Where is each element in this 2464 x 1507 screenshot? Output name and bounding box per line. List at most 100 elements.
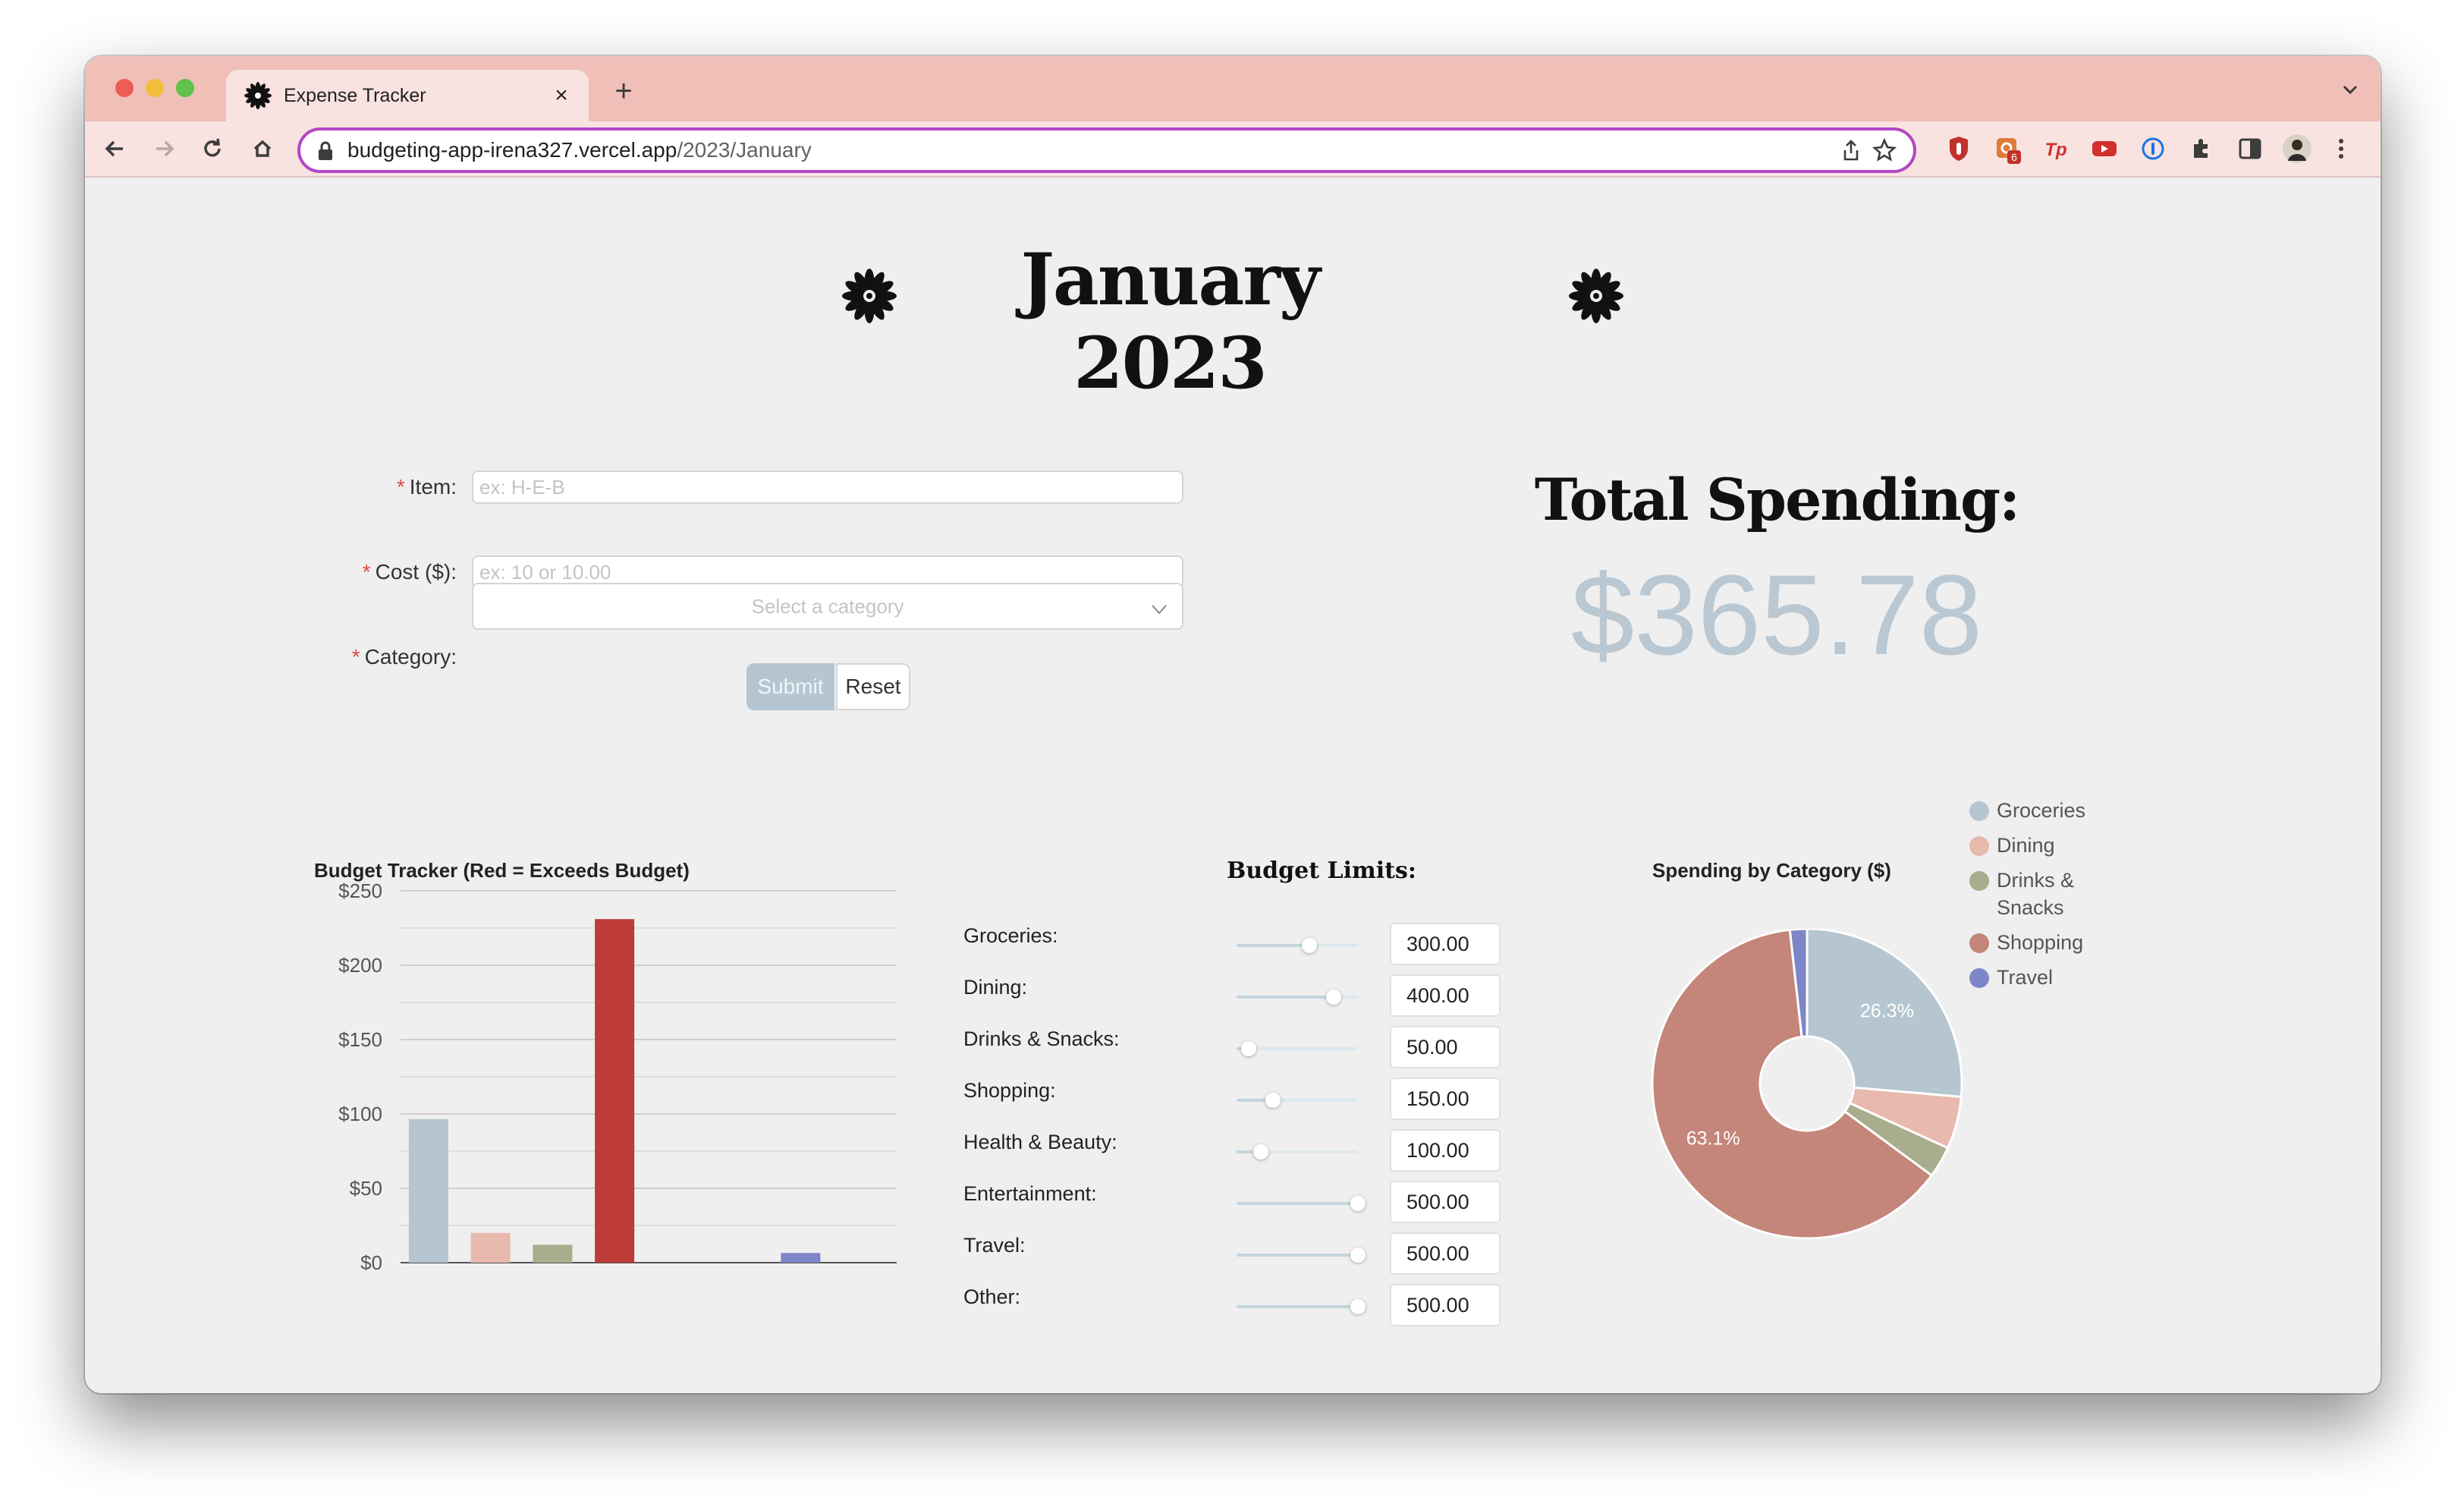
flower-icon — [842, 269, 897, 323]
pie-slice-label: 63.1% — [1686, 1128, 1740, 1150]
budget-limit-input[interactable] — [1390, 923, 1501, 965]
reload-icon[interactable] — [194, 131, 231, 167]
x-tick-label: Health & Beauty — [554, 1269, 696, 1270]
browser-toolbar: budgeting-app-irena327.vercel.app/2023/J… — [85, 121, 2381, 178]
slider-thumb[interactable] — [1350, 1299, 1366, 1314]
legend-item[interactable]: Shopping — [1969, 929, 2126, 956]
slider-fill — [1237, 1305, 1358, 1308]
calendar-extension-icon[interactable]: 6 — [1991, 132, 2024, 165]
budget-limit-input[interactable] — [1390, 1078, 1501, 1120]
budget-bar-chart: $0$50$100$150$200$250GroceriesDiningDrin… — [338, 879, 897, 1270]
menu-kebab-icon[interactable] — [2324, 132, 2358, 165]
legend-item[interactable]: Travel — [1969, 964, 2126, 991]
budget-limit-input[interactable] — [1390, 1129, 1501, 1172]
legend-swatch — [1969, 836, 1989, 856]
budget-limit-input[interactable] — [1390, 1284, 1501, 1326]
category-label: * Category: — [351, 645, 457, 669]
flower-favicon-icon — [244, 82, 272, 109]
bar[interactable] — [533, 1244, 573, 1263]
share-icon[interactable] — [1837, 137, 1865, 164]
maximize-window-button[interactable] — [176, 79, 194, 97]
legend-item[interactable]: Dining — [1969, 832, 2126, 859]
legend-label: Travel — [1997, 966, 2054, 989]
budget-limit-slider[interactable] — [1237, 1299, 1366, 1314]
spending-pie-chart: 26.3% 63.1% — [1651, 929, 1963, 1240]
slider-thumb[interactable] — [1302, 938, 1317, 953]
tab-search-chevron-icon[interactable] — [2335, 74, 2365, 105]
item-input[interactable] — [472, 470, 1183, 504]
bar[interactable] — [595, 919, 635, 1263]
address-bar[interactable]: budgeting-app-irena327.vercel.app/2023/J… — [297, 127, 1916, 173]
budget-limit-label: Travel: — [963, 1234, 1026, 1257]
tp-extension-icon[interactable]: Tp — [2039, 132, 2073, 165]
url-host: budgeting-app-irena327.vercel.app — [347, 138, 677, 162]
legend-swatch — [1969, 933, 1989, 953]
slider-thumb[interactable] — [1265, 1093, 1281, 1108]
url-path: /2023/January — [677, 138, 812, 162]
legend-item[interactable]: Drinks & — [1969, 867, 2126, 894]
total-spending-value: $365.78 — [1570, 551, 1983, 678]
budget-limit-input[interactable] — [1390, 1026, 1501, 1068]
budget-limits-title: Budget Limits: — [1227, 857, 1416, 884]
submit-button[interactable]: Submit — [746, 663, 834, 710]
budget-limit-slider[interactable] — [1237, 1196, 1366, 1211]
y-tick-label: $250 — [338, 879, 382, 902]
x-tick-label: Travel — [759, 1269, 819, 1270]
budget-limit-label: Drinks & Snacks: — [963, 1027, 1120, 1050]
budget-limit-slider[interactable] — [1237, 1144, 1358, 1159]
slider-thumb[interactable] — [1241, 1041, 1256, 1056]
category-select[interactable]: Select a category — [472, 583, 1183, 630]
legend-label: Shopping — [1997, 931, 2084, 954]
slider-thumb[interactable] — [1253, 1144, 1268, 1159]
ublock-extension-icon[interactable] — [1942, 132, 1975, 165]
category-placeholder: Select a category — [751, 595, 904, 618]
slider-thumb[interactable] — [1326, 989, 1341, 1005]
bar[interactable] — [470, 1232, 511, 1263]
minimize-window-button[interactable] — [146, 79, 164, 97]
budget-limit-input[interactable] — [1390, 1181, 1501, 1223]
budget-limit-input[interactable] — [1390, 974, 1501, 1017]
cost-label: * Cost ($): — [362, 560, 457, 584]
slider-thumb[interactable] — [1350, 1196, 1366, 1211]
slider-thumb[interactable] — [1350, 1247, 1366, 1263]
slider-fill — [1237, 1254, 1358, 1257]
tab-strip: Expense Tracker × + — [85, 56, 2381, 121]
bookmark-star-icon[interactable] — [1871, 137, 1898, 164]
puzzle-extensions-icon[interactable] — [2185, 132, 2218, 165]
legend-label: Drinks & — [1997, 869, 2075, 892]
spending-by-category-title: Spending by Category ($) — [1652, 859, 1891, 882]
slider-fill — [1237, 944, 1309, 947]
forward-arrow-icon[interactable] — [146, 131, 182, 167]
bar[interactable] — [781, 1253, 821, 1263]
legend-swatch — [1969, 968, 1989, 988]
back-arrow-icon[interactable] — [97, 131, 134, 167]
reset-button[interactable]: Reset — [836, 663, 910, 710]
y-tick-label: $150 — [338, 1028, 382, 1051]
home-icon[interactable] — [244, 131, 281, 167]
y-tick-label: $100 — [338, 1103, 382, 1125]
budget-limit-slider[interactable] — [1237, 938, 1358, 953]
new-tab-button[interactable]: + — [607, 74, 640, 108]
x-tick-label: Entertainment — [634, 1269, 758, 1270]
legend-item[interactable]: Snacks — [1997, 894, 2126, 921]
budget-limit-slider[interactable] — [1237, 1041, 1358, 1056]
bar[interactable] — [408, 1118, 448, 1263]
budget-limit-slider[interactable] — [1237, 1093, 1358, 1108]
profile-avatar[interactable] — [2280, 132, 2314, 165]
tab-expense-tracker[interactable]: Expense Tracker × — [226, 70, 589, 121]
side-panel-icon[interactable] — [2233, 132, 2267, 165]
lock-icon — [319, 141, 332, 160]
budget-limit-slider[interactable] — [1237, 989, 1358, 1005]
legend-item[interactable]: Groceries — [1969, 797, 2126, 824]
video-extension-icon[interactable] — [2088, 132, 2121, 165]
extension-badge: 6 — [2011, 151, 2017, 163]
budget-limit-label: Groceries: — [963, 924, 1058, 947]
close-window-button[interactable] — [115, 79, 134, 97]
budget-limit-slider[interactable] — [1237, 1247, 1366, 1263]
y-tick-label: $50 — [350, 1177, 382, 1200]
password-manager-extension-icon[interactable] — [2136, 132, 2170, 165]
close-tab-icon[interactable]: × — [546, 80, 577, 111]
budget-limit-label: Entertainment: — [963, 1182, 1097, 1205]
legend-label: Dining — [1997, 834, 2055, 857]
budget-limit-input[interactable] — [1390, 1232, 1501, 1275]
